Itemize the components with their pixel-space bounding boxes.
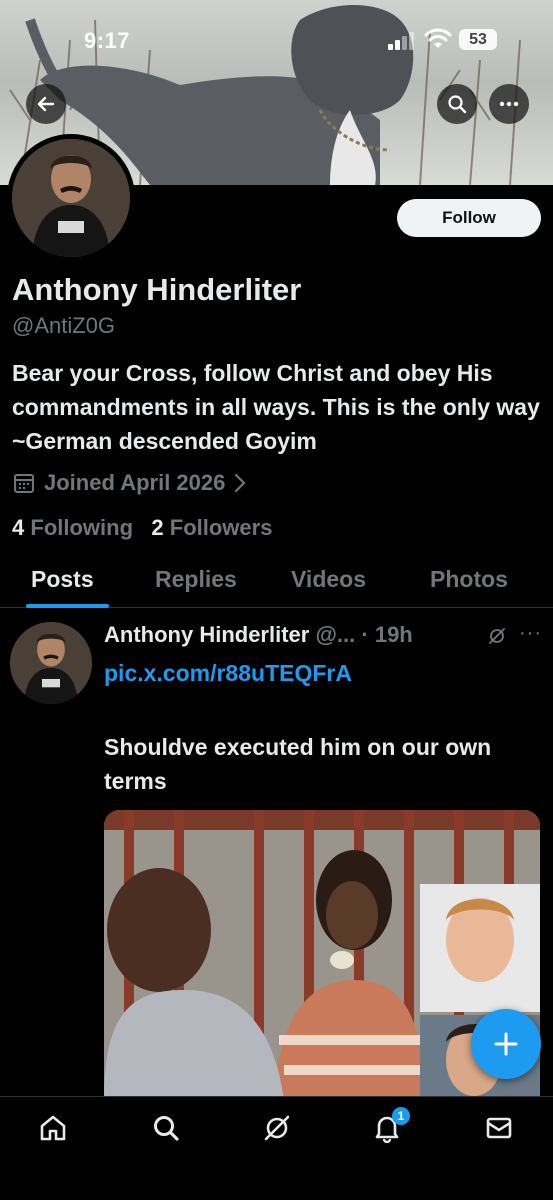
post-more-icon[interactable]: ··· [519,622,542,645]
more-horizontal-icon [499,101,519,107]
avatar-photo [10,622,92,704]
following-count: 4 [12,515,25,540]
following-link[interactable]: 4 Following [12,515,133,540]
calendar-icon [14,474,34,493]
tab-posts[interactable]: Posts [31,566,94,593]
post-handle[interactable]: @... [315,622,355,647]
followers-count: 2 [151,515,164,540]
active-tab-indicator [26,604,109,608]
wifi-icon [424,28,452,48]
grok-icon[interactable] [487,626,507,646]
post-time: 19h [374,622,413,647]
profile-avatar[interactable] [7,134,135,262]
arrow-left-icon [37,96,55,112]
tab-videos[interactable]: Videos [291,566,366,593]
joined-date[interactable]: Joined April 2026 [12,470,247,496]
post-separator: · [355,622,375,647]
profile-tabs: Posts Replies Videos Photos [0,556,553,608]
profile-stats: 4 Following 2 Followers [12,515,272,541]
battery-indicator: 53 [459,29,497,50]
post-link[interactable]: pic.x.com/r88uTEQFrA [104,660,352,687]
search-icon [448,95,467,114]
profile-name: Anthony Hinderliter [12,272,302,307]
avatar-photo [12,139,130,257]
joined-text: Joined April 2026 [44,470,226,495]
following-label: Following [30,515,134,540]
post-author[interactable]: Anthony Hinderliter [104,622,309,647]
mail-icon[interactable] [484,1113,514,1143]
followers-label: Followers [169,515,273,540]
search-button[interactable] [437,84,477,124]
compose-button[interactable] [471,1009,541,1079]
profile-handle: @AntiZ0G [12,313,116,338]
post-avatar[interactable] [10,622,92,704]
status-time: 9:17 [84,28,131,53]
post-header: Anthony Hinderliter @... · 19h [104,622,413,648]
post-text: Shouldve executed him on our own terms [104,734,492,794]
plus-icon [494,1032,518,1056]
tab-photos[interactable]: Photos [430,566,508,593]
more-button[interactable] [489,84,529,124]
status-bar: 9:17 53 [0,0,553,80]
bottom-navigation: 1 [0,1096,553,1200]
profile-bio: Bear your Cross, follow Christ and obey … [12,360,540,454]
home-icon[interactable] [38,1113,68,1143]
followers-link[interactable]: 2 Followers [151,515,272,540]
chevron-right-icon [235,473,246,493]
back-button[interactable] [26,84,66,124]
follow-button[interactable]: Follow [397,199,541,237]
cellular-signal-icon [388,32,414,50]
notifications-badge: 1 [392,1107,410,1125]
grok-icon[interactable] [262,1113,292,1143]
tab-replies[interactable]: Replies [155,566,237,593]
search-icon[interactable] [151,1113,181,1143]
